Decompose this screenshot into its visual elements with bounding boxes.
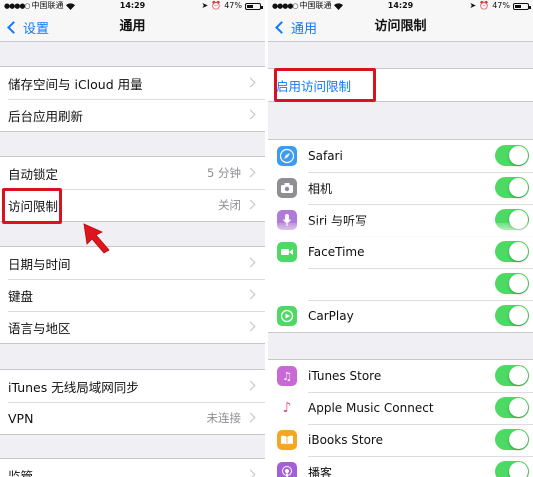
language-region-row[interactable]: 语言与地区: [0, 311, 265, 343]
chevron-right-icon: [245, 77, 256, 88]
location-icon: ➤: [201, 1, 209, 10]
general-settings-screen: ●●●●○ 中国联通 14:29 ➤ ⏰ 47% 设置 通用 储存空间与 iCl…: [0, 0, 265, 477]
scroll-fade-overlay: [268, 223, 533, 239]
itunes-store-icon: ♫: [277, 366, 297, 386]
auto-lock-row[interactable]: 自动锁定 5 分钟: [0, 157, 265, 189]
keyboard-row[interactable]: 键盘: [0, 279, 265, 311]
app-label: Safari: [308, 149, 343, 163]
hidden-app-row: [268, 268, 533, 300]
itunes-store-row: ♫ iTunes Store: [268, 360, 533, 392]
chevron-right-icon: [245, 469, 256, 477]
date-time-row[interactable]: 日期与时间: [0, 247, 265, 279]
safari-icon: [277, 146, 297, 166]
row-label: 储存空间与 iCloud 用量: [8, 76, 143, 92]
podcasts-toggle[interactable]: [495, 461, 529, 477]
chevron-right-icon: [245, 257, 256, 268]
storage-icloud-row[interactable]: 储存空间与 iCloud 用量: [0, 67, 265, 99]
alarm-icon: ⏰: [211, 1, 222, 10]
settings-group-storage: 储存空间与 iCloud 用量 后台应用刷新: [0, 66, 265, 132]
ibooks-icon: [277, 430, 297, 450]
camera-icon: [277, 178, 297, 198]
settings-group-sync: iTunes 无线局域网同步 VPN 未连接: [0, 369, 265, 435]
app-label: Apple Music Connect: [308, 401, 434, 415]
nav-bar: 设置 通用: [0, 12, 265, 42]
ibooks-store-row: iBooks Store: [268, 424, 533, 456]
alarm-icon: ⏰: [479, 1, 490, 10]
battery-icon: [245, 2, 263, 10]
row-label: 后台应用刷新: [8, 108, 84, 124]
hidden-app-toggle[interactable]: [495, 273, 529, 294]
row-label: 监管: [8, 468, 34, 477]
status-right: ➤ ⏰ 47%: [201, 0, 263, 12]
app-label: FaceTime: [308, 245, 365, 259]
supervision-row[interactable]: 监管: [0, 459, 265, 477]
safari-row: Safari: [268, 140, 533, 172]
app-label: 相机: [308, 181, 333, 196]
chevron-right-icon: [245, 167, 256, 178]
vpn-row[interactable]: VPN 未连接: [0, 402, 265, 434]
podcasts-row: 播客: [268, 456, 533, 477]
status-bar: ●●●●○ 中国联通 14:29 ➤ ⏰ 47%: [0, 0, 265, 12]
camera-toggle[interactable]: [495, 177, 529, 198]
app-label: 播客: [308, 465, 333, 477]
facetime-toggle[interactable]: [495, 241, 529, 262]
carplay-icon: [277, 306, 297, 326]
red-arrow-pointer-icon: [83, 223, 110, 254]
battery-percent: 47%: [492, 1, 510, 10]
chevron-right-icon: [245, 380, 256, 391]
carplay-row: CarPlay: [268, 300, 533, 332]
podcasts-icon: [277, 462, 297, 477]
row-value: 关闭: [218, 198, 241, 212]
row-label: 语言与地区: [8, 320, 71, 336]
music-icon: ♪: [277, 398, 297, 418]
itunes-store-toggle[interactable]: [495, 365, 529, 386]
chevron-right-icon: [245, 289, 256, 300]
restrictions-highlight-box: [2, 188, 62, 224]
status-right: ➤ ⏰ 47%: [469, 0, 531, 12]
battery-percent: 47%: [224, 1, 242, 10]
battery-icon: [513, 2, 531, 10]
chevron-right-icon: [245, 412, 256, 423]
enable-restrictions-highlight-box: [274, 68, 376, 102]
row-value: 5 分钟: [207, 166, 241, 180]
restrictions-screen: ●●●●○ 中国联通 14:29 ➤ ⏰ 47% 通用 访问限制 启用访问限制 …: [268, 0, 533, 477]
row-label: VPN: [8, 410, 34, 426]
camera-row: 相机: [268, 172, 533, 204]
safari-toggle[interactable]: [495, 145, 529, 166]
page-title: 访问限制: [374, 19, 427, 34]
carplay-toggle[interactable]: [495, 305, 529, 326]
apple-music-connect-toggle[interactable]: [495, 397, 529, 418]
settings-group-supervision: 监管: [0, 458, 265, 477]
row-label: 日期与时间: [8, 256, 71, 272]
facetime-icon: [277, 242, 297, 262]
itunes-wifi-sync-row[interactable]: iTunes 无线局域网同步: [0, 370, 265, 402]
chevron-right-icon: [245, 321, 256, 332]
background-refresh-row[interactable]: 后台应用刷新: [0, 99, 265, 131]
app-label: CarPlay: [308, 309, 354, 323]
ibooks-store-toggle[interactable]: [495, 429, 529, 450]
row-label: 自动锁定: [8, 166, 59, 182]
apple-music-connect-row: ♪ Apple Music Connect: [268, 392, 533, 424]
settings-group-locale: 日期与时间 键盘 语言与地区: [0, 246, 265, 344]
page-title: 通用: [119, 19, 146, 34]
chevron-right-icon: [245, 199, 256, 210]
nav-bar: 通用 访问限制: [268, 12, 533, 42]
location-icon: ➤: [469, 1, 477, 10]
row-label: iTunes 无线局域网同步: [8, 379, 139, 395]
app-label: iTunes Store: [308, 369, 382, 383]
apps-group-2: ♫ iTunes Store ♪ Apple Music Connect iBo…: [268, 359, 533, 477]
row-value: 未连接: [206, 411, 242, 425]
facetime-row: FaceTime: [268, 236, 533, 268]
status-bar: ●●●●○ 中国联通 14:29 ➤ ⏰ 47%: [268, 0, 533, 12]
chevron-right-icon: [245, 109, 256, 120]
app-label: iBooks Store: [308, 433, 383, 447]
row-label: 键盘: [8, 288, 34, 304]
